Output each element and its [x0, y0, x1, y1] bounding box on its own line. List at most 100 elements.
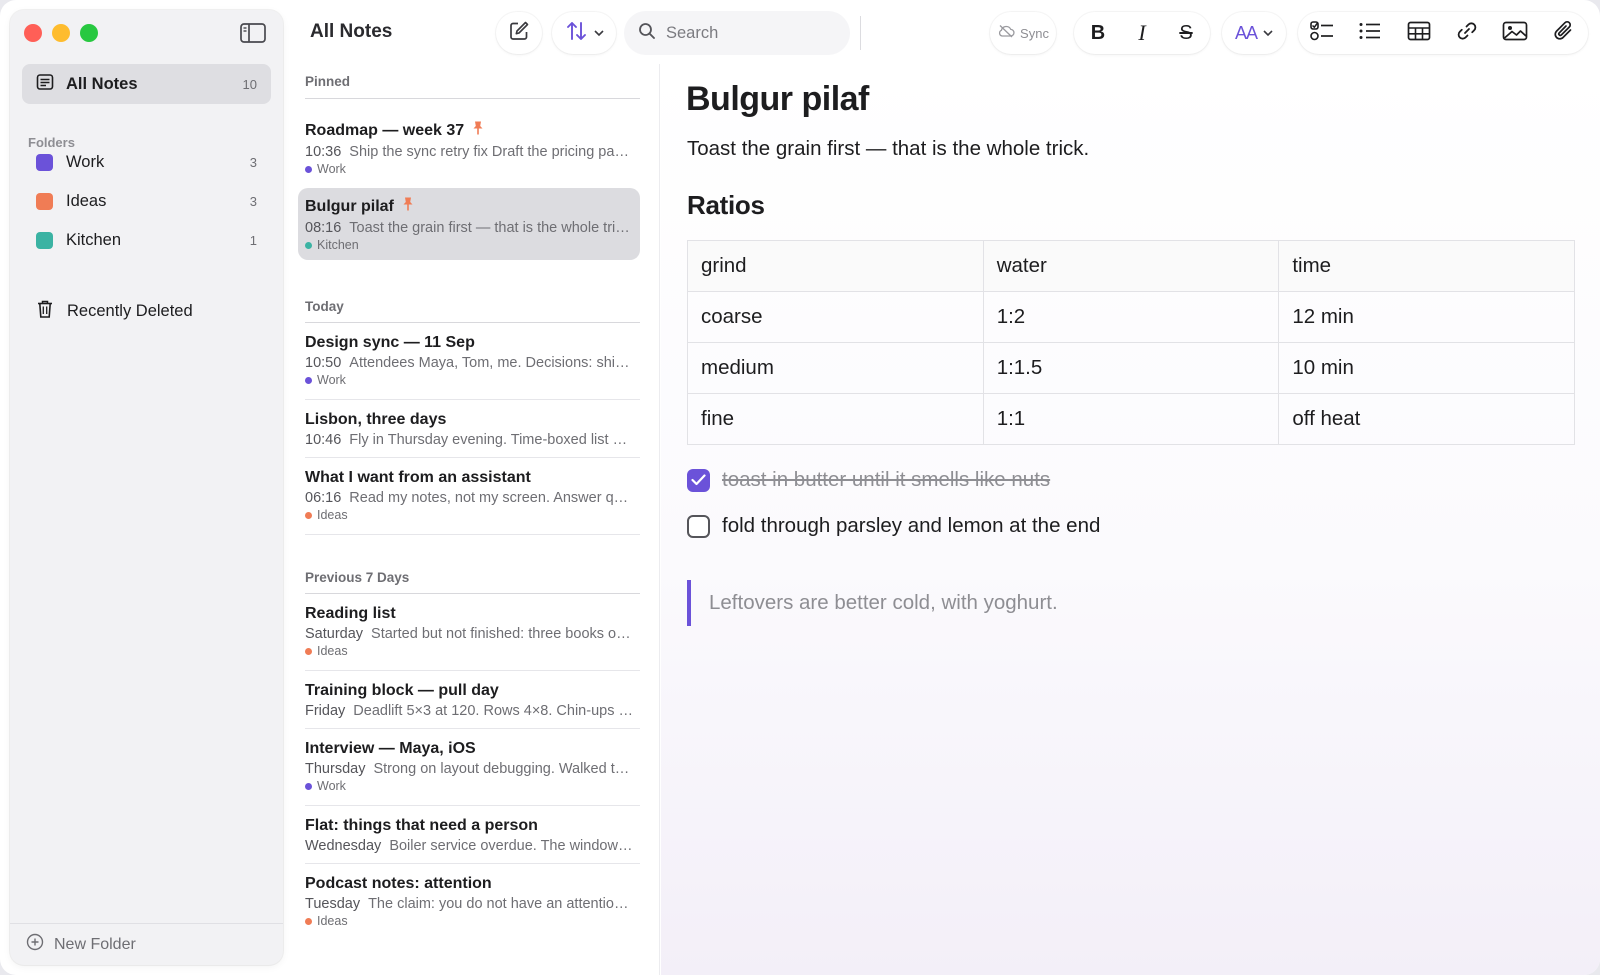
table-button[interactable]	[1397, 12, 1441, 54]
note-item-podcast[interactable]: Podcast notes: attention Tuesday The clai…	[298, 867, 640, 936]
folder-dot	[305, 376, 312, 384]
table-cell[interactable]: coarse	[687, 291, 984, 343]
table-cell[interactable]: 1:2	[982, 291, 1280, 343]
note-item-bulgur-pilaf[interactable]: Bulgur pilaf 08:16 Toast the grain first …	[298, 188, 640, 260]
note-item-roadmap[interactable]: Roadmap — week 37 10:36 Ship the sync ret…	[298, 112, 640, 184]
bullet-list-button[interactable]	[1348, 12, 1392, 54]
note-body-paragraph[interactable]: Toast the grain first — that is the whol…	[687, 137, 1089, 161]
folder-color-swatch	[36, 153, 53, 171]
checkbox-unchecked[interactable]	[687, 514, 710, 538]
note-preview: The claim: you do not have an attention …	[368, 896, 633, 912]
note-folder: Ideas	[317, 914, 348, 928]
section-heading[interactable]: Ratios	[687, 190, 765, 221]
sidebar-item-work[interactable]: Work 3	[22, 144, 271, 180]
table-cell[interactable]: 10 min	[1278, 342, 1575, 394]
note-folder: Ideas	[317, 508, 348, 522]
table-row: coarse 1:2 12 min	[687, 291, 1575, 343]
chevron-down-icon	[593, 24, 604, 42]
sync-button[interactable]: Sync	[990, 12, 1056, 54]
new-note-button[interactable]	[496, 12, 542, 54]
minimize-window-button[interactable]	[52, 24, 70, 42]
blockquote[interactable]: Leftovers are better cold, with yoghurt.	[687, 580, 1058, 626]
chevron-down-icon	[1263, 24, 1273, 42]
bullet-list-icon	[1358, 21, 1382, 46]
table-cell[interactable]: water	[982, 240, 1280, 292]
note-time: 10:36	[305, 144, 342, 160]
font-size-button[interactable]: AA	[1222, 12, 1286, 54]
notes-window: All Notes 10 Folders Work 3 Ideas 3 Kitc…	[0, 0, 1600, 975]
sidebar-item-ideas[interactable]: Ideas 3	[22, 183, 271, 219]
folder-color-swatch	[36, 231, 53, 249]
note-folder: Work	[317, 779, 346, 793]
note-title: Bulgur pilaf	[305, 197, 394, 215]
folder-count: 3	[249, 193, 257, 209]
font-size-icon: AA	[1234, 22, 1258, 43]
folder-color-swatch	[36, 192, 53, 210]
window-controls	[24, 24, 98, 42]
sidebar-item-all-notes[interactable]: All Notes 10	[22, 64, 271, 104]
checklist-button[interactable]	[1300, 12, 1344, 54]
row-divider	[305, 670, 640, 671]
strikethrough-button[interactable]: S	[1164, 12, 1208, 54]
note-time: Tuesday	[305, 896, 361, 912]
zoom-window-button[interactable]	[80, 24, 98, 42]
search-input[interactable]	[666, 23, 836, 43]
note-item-design-sync[interactable]: Design sync — 11 Sep 10:50 Attendees Maya…	[298, 326, 640, 395]
bold-button[interactable]: B	[1076, 12, 1120, 54]
table-cell[interactable]: time	[1278, 240, 1575, 292]
table-cell[interactable]: 1:1	[982, 393, 1280, 445]
notes-icon	[36, 73, 54, 96]
table-cell[interactable]: 1:1.5	[982, 342, 1280, 394]
sort-button[interactable]	[552, 12, 616, 54]
table-cell[interactable]: fine	[687, 393, 984, 445]
text-style-group: B I S	[1074, 12, 1210, 54]
link-button[interactable]	[1445, 12, 1489, 54]
sidebar-item-recently-deleted[interactable]: Recently Deleted	[22, 293, 271, 329]
toolbar-separator	[860, 16, 861, 50]
table-cell[interactable]: grind	[687, 240, 984, 292]
note-preview: Started but not finished: three books on…	[371, 626, 633, 642]
note-folder: Ideas	[317, 644, 348, 658]
note-title-heading[interactable]: Bulgur pilaf	[686, 80, 869, 119]
table-cell[interactable]: 12 min	[1278, 291, 1575, 343]
row-divider	[305, 399, 640, 400]
close-window-button[interactable]	[24, 24, 42, 42]
note-item-interview[interactable]: Interview — Maya, iOS Thursday Strong on …	[298, 732, 640, 801]
note-time: Saturday	[305, 626, 364, 642]
note-item-assistant[interactable]: What I want from an assistant 06:16 Read …	[298, 461, 640, 530]
search-field[interactable]	[624, 11, 850, 55]
note-editor[interactable]: Bulgur pilaf Toast the grain first — tha…	[661, 64, 1600, 975]
note-preview: Strong on layout debugging. Walked throu…	[373, 761, 633, 777]
row-divider	[305, 457, 640, 458]
checklist-item-text[interactable]: toast in butter until it smells like nut…	[722, 468, 1050, 492]
section-header-pinned: Pinned	[305, 74, 351, 89]
attach-button[interactable]	[1542, 12, 1586, 54]
note-item-reading-list[interactable]: Reading list Saturday Started but not fin…	[298, 597, 640, 666]
insert-image-button[interactable]	[1493, 12, 1537, 54]
section-header-today: Today	[305, 299, 344, 314]
note-item-lisbon[interactable]: Lisbon, three days 10:46 Fly in Thursday …	[298, 403, 640, 456]
note-preview: Fly in Thursday evening. Time-boxed list…	[349, 432, 633, 448]
section-header-previous-7-days: Previous 7 Days	[305, 570, 410, 585]
table-cell[interactable]: off heat	[1278, 393, 1575, 445]
ratios-table[interactable]: grind water time coarse 1:2 12 min mediu…	[687, 240, 1575, 445]
sidebar-toggle-icon[interactable]	[240, 22, 266, 44]
italic-button[interactable]: I	[1120, 12, 1164, 54]
table-cell[interactable]: medium	[687, 342, 984, 394]
table-icon	[1407, 21, 1431, 46]
checkbox-checked[interactable]	[687, 468, 710, 492]
note-folder: Work	[317, 162, 346, 176]
checklist-item-text[interactable]: fold through parsley and lemon at the en…	[722, 514, 1100, 538]
insert-group	[1298, 12, 1588, 54]
folder-count: 3	[249, 154, 257, 170]
new-folder-button[interactable]: New Folder	[10, 923, 283, 965]
note-title: Design sync — 11 Sep	[305, 334, 475, 351]
sidebar-item-kitchen[interactable]: Kitchen 1	[22, 222, 271, 258]
note-item-training[interactable]: Training block — pull day Friday Deadlift…	[298, 674, 640, 727]
note-item-flat[interactable]: Flat: things that need a person Wednesda…	[298, 809, 640, 862]
sidebar-item-label: Recently Deleted	[67, 301, 193, 320]
row-divider	[305, 805, 640, 806]
folder-dot	[305, 241, 312, 249]
plus-circle-icon	[26, 933, 44, 956]
row-divider	[305, 728, 640, 729]
